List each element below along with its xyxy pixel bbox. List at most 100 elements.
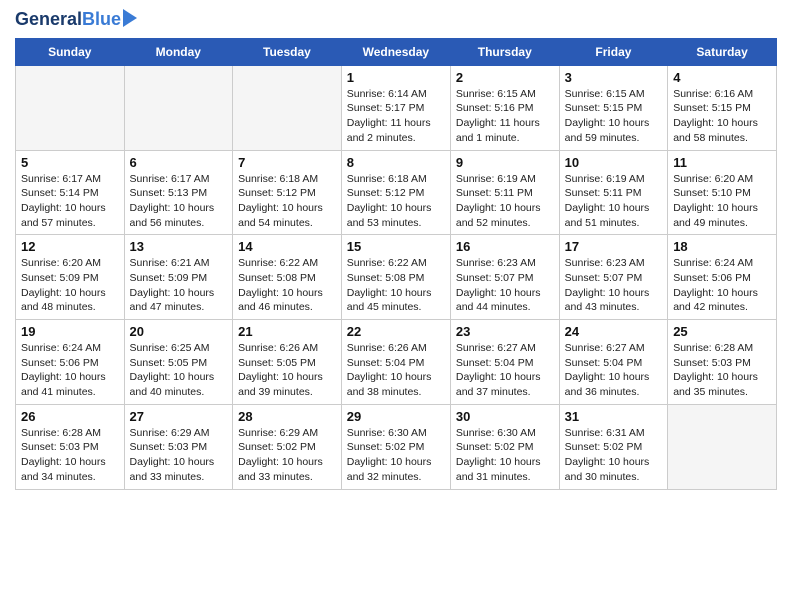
day-info: Sunrise: 6:15 AMSunset: 5:15 PMDaylight:… [565, 87, 663, 146]
calendar-cell: 1 Sunrise: 6:14 AMSunset: 5:17 PMDaylight… [341, 65, 450, 150]
weekday-header-thursday: Thursday [450, 38, 559, 65]
calendar-table: SundayMondayTuesdayWednesdayThursdayFrid… [15, 38, 777, 490]
weekday-header-saturday: Saturday [668, 38, 777, 65]
calendar-cell: 12 Sunrise: 6:20 AMSunset: 5:09 PMDayligh… [16, 235, 125, 320]
day-info: Sunrise: 6:20 AMSunset: 5:09 PMDaylight:… [21, 256, 119, 315]
day-number: 11 [673, 155, 771, 170]
day-number: 5 [21, 155, 119, 170]
day-number: 12 [21, 239, 119, 254]
day-info: Sunrise: 6:30 AMSunset: 5:02 PMDaylight:… [347, 426, 445, 485]
weekday-header-row: SundayMondayTuesdayWednesdayThursdayFrid… [16, 38, 777, 65]
day-number: 28 [238, 409, 336, 424]
day-number: 3 [565, 70, 663, 85]
day-number: 1 [347, 70, 445, 85]
day-number: 10 [565, 155, 663, 170]
day-info: Sunrise: 6:23 AMSunset: 5:07 PMDaylight:… [565, 256, 663, 315]
calendar-cell: 13Sunrise: 6:21 AMSunset: 5:09 PMDayligh… [124, 235, 233, 320]
calendar-cell: 8 Sunrise: 6:18 AMSunset: 5:12 PMDaylight… [341, 150, 450, 235]
day-info: Sunrise: 6:27 AMSunset: 5:04 PMDaylight:… [456, 341, 554, 400]
day-number: 19 [21, 324, 119, 339]
day-info: Sunrise: 6:18 AMSunset: 5:12 PMDaylight:… [238, 172, 336, 231]
calendar-cell: 14 Sunrise: 6:22 AMSunset: 5:08 PMDayligh… [233, 235, 342, 320]
day-number: 23 [456, 324, 554, 339]
day-number: 7 [238, 155, 336, 170]
calendar-cell: 26Sunrise: 6:28 AMSunset: 5:03 PMDayligh… [16, 404, 125, 489]
day-number: 29 [347, 409, 445, 424]
day-info: Sunrise: 6:22 AMSunset: 5:08 PMDaylight:… [347, 256, 445, 315]
day-info: Sunrise: 6:29 AMSunset: 5:03 PMDaylight:… [130, 426, 228, 485]
day-number: 6 [130, 155, 228, 170]
weekday-header-sunday: Sunday [16, 38, 125, 65]
calendar-cell: 19 Sunrise: 6:24 AMSunset: 5:06 PMDayligh… [16, 320, 125, 405]
day-number: 2 [456, 70, 554, 85]
calendar-cell: 23 Sunrise: 6:27 AMSunset: 5:04 PMDayligh… [450, 320, 559, 405]
day-info: Sunrise: 6:17 AMSunset: 5:13 PMDaylight:… [130, 172, 228, 231]
day-info: Sunrise: 6:20 AMSunset: 5:10 PMDaylight:… [673, 172, 771, 231]
day-number: 8 [347, 155, 445, 170]
day-info: Sunrise: 6:25 AMSunset: 5:05 PMDaylight:… [130, 341, 228, 400]
day-info: Sunrise: 6:19 AMSunset: 5:11 PMDaylight:… [456, 172, 554, 231]
day-number: 16 [456, 239, 554, 254]
day-number: 22 [347, 324, 445, 339]
day-info: Sunrise: 6:19 AMSunset: 5:11 PMDaylight:… [565, 172, 663, 231]
day-number: 17 [565, 239, 663, 254]
day-number: 30 [456, 409, 554, 424]
day-info: Sunrise: 6:24 AMSunset: 5:06 PMDaylight:… [673, 256, 771, 315]
day-info: Sunrise: 6:24 AMSunset: 5:06 PMDaylight:… [21, 341, 119, 400]
weekday-header-wednesday: Wednesday [341, 38, 450, 65]
calendar-cell: 18 Sunrise: 6:24 AMSunset: 5:06 PMDayligh… [668, 235, 777, 320]
logo: GeneralBlue [15, 10, 137, 30]
calendar-cell: 20Sunrise: 6:25 AMSunset: 5:05 PMDayligh… [124, 320, 233, 405]
weekday-header-monday: Monday [124, 38, 233, 65]
weekday-header-friday: Friday [559, 38, 668, 65]
calendar-cell [668, 404, 777, 489]
calendar-cell: 2 Sunrise: 6:15 AMSunset: 5:16 PMDaylight… [450, 65, 559, 150]
calendar-cell [124, 65, 233, 150]
calendar-week-3: 12 Sunrise: 6:20 AMSunset: 5:09 PMDayligh… [16, 235, 777, 320]
day-info: Sunrise: 6:14 AMSunset: 5:17 PMDaylight:… [347, 87, 445, 146]
calendar-cell [233, 65, 342, 150]
day-number: 27 [130, 409, 228, 424]
calendar-cell: 25Sunrise: 6:28 AMSunset: 5:03 PMDayligh… [668, 320, 777, 405]
calendar-week-5: 26Sunrise: 6:28 AMSunset: 5:03 PMDayligh… [16, 404, 777, 489]
calendar-cell: 17 Sunrise: 6:23 AMSunset: 5:07 PMDayligh… [559, 235, 668, 320]
calendar-week-1: 1 Sunrise: 6:14 AMSunset: 5:17 PMDaylight… [16, 65, 777, 150]
day-number: 31 [565, 409, 663, 424]
logo-text: GeneralBlue [15, 10, 121, 30]
calendar-cell: 7 Sunrise: 6:18 AMSunset: 5:12 PMDaylight… [233, 150, 342, 235]
day-info: Sunrise: 6:26 AMSunset: 5:04 PMDaylight:… [347, 341, 445, 400]
calendar-cell: 29 Sunrise: 6:30 AMSunset: 5:02 PMDayligh… [341, 404, 450, 489]
calendar-cell: 30Sunrise: 6:30 AMSunset: 5:02 PMDayligh… [450, 404, 559, 489]
day-info: Sunrise: 6:29 AMSunset: 5:02 PMDaylight:… [238, 426, 336, 485]
calendar-cell: 5 Sunrise: 6:17 AMSunset: 5:14 PMDaylight… [16, 150, 125, 235]
day-info: Sunrise: 6:26 AMSunset: 5:05 PMDaylight:… [238, 341, 336, 400]
day-info: Sunrise: 6:15 AMSunset: 5:16 PMDaylight:… [456, 87, 554, 146]
calendar-cell: 9Sunrise: 6:19 AMSunset: 5:11 PMDaylight… [450, 150, 559, 235]
day-number: 26 [21, 409, 119, 424]
calendar-cell: 4 Sunrise: 6:16 AMSunset: 5:15 PMDaylight… [668, 65, 777, 150]
page-header: GeneralBlue [15, 10, 777, 30]
calendar-cell: 15 Sunrise: 6:22 AMSunset: 5:08 PMDayligh… [341, 235, 450, 320]
weekday-header-tuesday: Tuesday [233, 38, 342, 65]
day-info: Sunrise: 6:16 AMSunset: 5:15 PMDaylight:… [673, 87, 771, 146]
day-info: Sunrise: 6:28 AMSunset: 5:03 PMDaylight:… [673, 341, 771, 400]
calendar-week-4: 19 Sunrise: 6:24 AMSunset: 5:06 PMDayligh… [16, 320, 777, 405]
day-number: 4 [673, 70, 771, 85]
day-info: Sunrise: 6:31 AMSunset: 5:02 PMDaylight:… [565, 426, 663, 485]
day-number: 24 [565, 324, 663, 339]
day-info: Sunrise: 6:18 AMSunset: 5:12 PMDaylight:… [347, 172, 445, 231]
calendar-cell: 6 Sunrise: 6:17 AMSunset: 5:13 PMDaylight… [124, 150, 233, 235]
calendar-cell: 3 Sunrise: 6:15 AMSunset: 5:15 PMDaylight… [559, 65, 668, 150]
day-number: 14 [238, 239, 336, 254]
day-info: Sunrise: 6:22 AMSunset: 5:08 PMDaylight:… [238, 256, 336, 315]
calendar-cell: 27 Sunrise: 6:29 AMSunset: 5:03 PMDayligh… [124, 404, 233, 489]
day-info: Sunrise: 6:17 AMSunset: 5:14 PMDaylight:… [21, 172, 119, 231]
day-number: 21 [238, 324, 336, 339]
calendar-cell: 24Sunrise: 6:27 AMSunset: 5:04 PMDayligh… [559, 320, 668, 405]
day-number: 18 [673, 239, 771, 254]
calendar-cell: 22 Sunrise: 6:26 AMSunset: 5:04 PMDayligh… [341, 320, 450, 405]
calendar-cell: 11 Sunrise: 6:20 AMSunset: 5:10 PMDayligh… [668, 150, 777, 235]
day-number: 13 [130, 239, 228, 254]
calendar-cell: 10 Sunrise: 6:19 AMSunset: 5:11 PMDayligh… [559, 150, 668, 235]
day-number: 15 [347, 239, 445, 254]
